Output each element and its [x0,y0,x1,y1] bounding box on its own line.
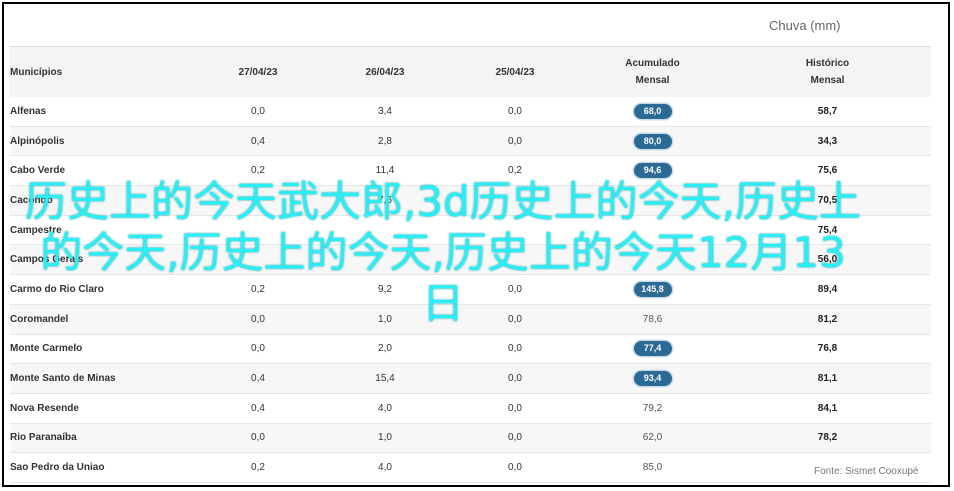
cell-historico: 78,2 [724,423,931,454]
cell-date-1: 0,0 [195,334,321,365]
cell-date-1: 0,2 [195,452,321,483]
acumulado-badge: 80,0 [633,133,672,149]
cell-acumulado: 80,0 [581,126,724,157]
cell-date-2: 2,0 [321,334,449,365]
cell-date-2: 4,0 [321,393,449,424]
cell-date-3: 0,0 [449,126,581,157]
cell-date-1: 0,4 [195,363,321,394]
cell-municipio: Sao Pedro da Uniao [10,452,195,483]
cell-date-3: 0,0 [449,423,581,454]
overlay-caption: 历史上的今天武大郎,3d历史上的今天,历史上的今天,历史上的今天,历史上的今天1… [24,177,862,328]
cell-date-3: 0,0 [449,334,581,365]
header-acumulado-line2: Mensal [635,75,670,86]
cell-date-1: 0,0 [195,423,321,454]
cell-historico: 84,1 [724,393,931,424]
cell-date-3: 0,0 [449,393,581,424]
cell-municipio: Monte Santo de Minas [10,363,195,394]
header-date-1[interactable]: 27/04/23 [195,46,321,97]
cell-historico: 34,3 [724,126,931,157]
cell-municipio: Monte Carmelo [10,334,195,365]
cell-municipio: Rio Paranaíba [10,423,195,454]
cell-acumulado: 77,4 [581,334,724,365]
table-row: Alfenas 0,0 3,4 0,0 68,0 58,7 [10,97,931,127]
table-header-row: Municípios 27/04/23 26/04/23 25/04/23 Ac… [10,46,931,97]
cell-historico: 58,7 [724,97,931,127]
cell-date-2: 15,4 [321,363,449,394]
acumulado-value: 79,2 [642,402,663,414]
acumulado-badge: 77,4 [633,341,672,357]
cell-acumulado: 62,0 [581,423,724,454]
cell-historico: 81,1 [724,363,931,394]
cell-municipio: Nova Resende [10,393,195,424]
table-row: Monte Santo de Minas 0,4 15,4 0,0 93,4 81,1 [10,363,931,394]
cell-historico: 76,8 [724,334,931,365]
chart-title: Chuva (mm) [769,18,841,33]
acumulado-value: 85,0 [642,462,663,474]
cell-date-1: 0,0 [195,97,321,127]
table-row: Nova Resende 0,4 4,0 0,0 79,2 84,1 [10,393,931,424]
source-credit: Fonte: Sismet Cooxupé [814,466,919,477]
header-historico-line1: Histórico [805,58,850,69]
header-date-3[interactable]: 25/04/23 [449,46,581,97]
cell-date-2: 4,0 [321,452,449,483]
header-historico-line2: Mensal [810,75,845,86]
table-row: Monte Carmelo 0,0 2,0 0,0 77,4 76,8 [10,334,931,365]
cell-municipio: Alfenas [10,97,195,127]
cell-date-2: 2,8 [321,126,449,157]
cell-date-3: 0,0 [449,97,581,127]
cell-date-2: 3,4 [321,97,449,127]
header-acumulado[interactable]: Acumulado Mensal [581,46,724,97]
header-municipios[interactable]: Municípios [10,46,195,97]
cell-acumulado: 68,0 [581,97,724,127]
header-historico[interactable]: Histórico Mensal [724,46,931,97]
table-row: Rio Paranaíba 0,0 1,0 0,0 62,0 78,2 [10,423,931,454]
cell-municipio: Alpinópolis [10,126,195,157]
cell-acumulado: 85,0 [581,452,724,483]
cell-acumulado: 79,2 [581,393,724,424]
cell-date-3: 0,0 [449,363,581,394]
header-date-2[interactable]: 26/04/23 [321,46,449,97]
acumulado-value: 62,0 [642,432,663,444]
table-row: Sao Pedro da Uniao 0,2 4,0 0,0 85,0 [10,452,931,483]
cell-date-1: 0,4 [195,393,321,424]
table-row: Alpinópolis 0,4 2,8 0,0 80,0 34,3 [10,126,931,157]
cell-date-3: 0,0 [449,452,581,483]
acumulado-badge: 93,4 [633,371,672,387]
header-acumulado-line1: Acumulado [625,58,680,69]
acumulado-badge: 68,0 [633,103,672,119]
cell-date-1: 0,4 [195,126,321,157]
cell-date-2: 1,0 [321,423,449,454]
cell-acumulado: 93,4 [581,363,724,394]
